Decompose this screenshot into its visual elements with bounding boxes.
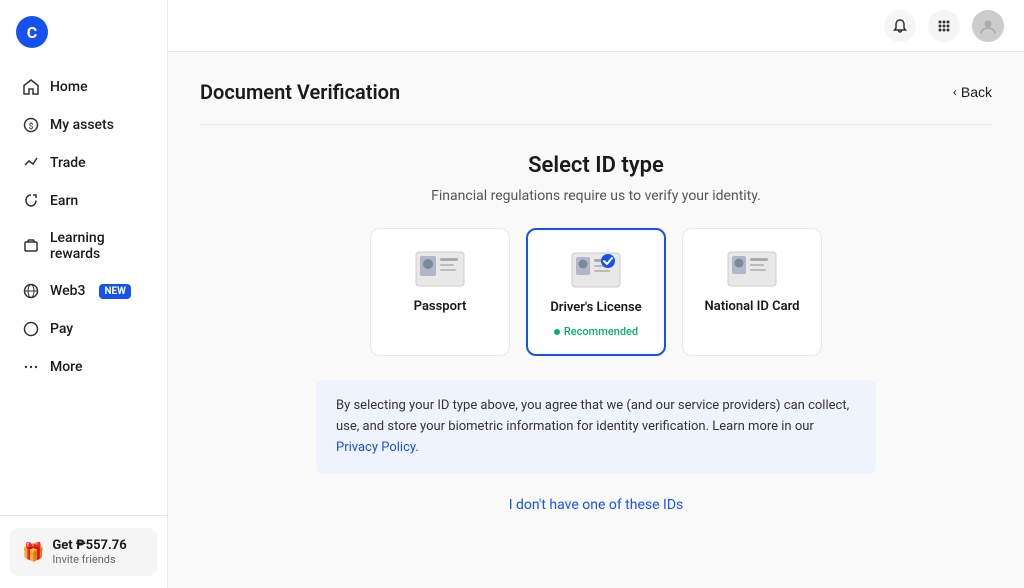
drivers-license-label: Driver's License: [550, 300, 641, 315]
national-id-option[interactable]: National ID Card: [682, 228, 822, 356]
notice-end: .: [415, 440, 418, 455]
notice-box: By selecting your ID type above, you agr…: [316, 380, 876, 474]
invite-label: Invite friends: [52, 553, 126, 566]
select-id-subtitle: Financial regulations require us to veri…: [200, 188, 992, 204]
trade-icon: [22, 154, 40, 172]
passport-label: Passport: [414, 299, 467, 314]
content-area: Document Verification ‹ Back Select ID t…: [168, 52, 1024, 588]
sidebar-item-earn-label: Earn: [50, 193, 78, 209]
back-label: Back: [961, 84, 992, 100]
top-header: [168, 0, 1024, 52]
notice-text: By selecting your ID type above, you agr…: [336, 398, 849, 434]
invite-amount: Get ₱557.76: [52, 538, 126, 553]
gift-icon: 🎁: [22, 542, 44, 563]
pay-icon: [22, 320, 40, 338]
recommended-label: Recommended: [564, 325, 638, 338]
invite-text: Get ₱557.76 Invite friends: [52, 538, 126, 566]
sidebar: C Home $ My assets: [0, 0, 168, 588]
svg-text:$: $: [29, 122, 34, 131]
drivers-license-icon: [568, 250, 624, 290]
drivers-license-option[interactable]: Driver's License Recommended: [526, 228, 666, 356]
page-title: Document Verification: [200, 80, 400, 104]
sidebar-item-pay[interactable]: Pay: [6, 310, 161, 348]
home-icon: [22, 78, 40, 96]
sidebar-nav: Home $ My assets Trade: [0, 60, 167, 515]
sidebar-item-learning-label: Learning rewards: [50, 230, 145, 262]
sidebar-item-my-assets-label: My assets: [50, 117, 114, 133]
sidebar-item-learning-rewards[interactable]: Learning rewards: [6, 220, 161, 272]
logo: C: [0, 0, 167, 60]
privacy-policy-link[interactable]: Privacy Policy: [336, 440, 415, 455]
national-id-icon: [724, 249, 780, 289]
sidebar-item-home-label: Home: [50, 79, 88, 95]
sidebar-bottom: 🎁 Get ₱557.76 Invite friends: [0, 515, 167, 588]
earn-icon: [22, 192, 40, 210]
new-badge: NEW: [99, 284, 130, 299]
national-id-label: National ID Card: [705, 299, 800, 314]
back-button[interactable]: ‹ Back: [953, 84, 992, 100]
passport-option[interactable]: Passport: [370, 228, 510, 356]
sidebar-item-trade[interactable]: Trade: [6, 144, 161, 182]
page-header: Document Verification ‹ Back: [200, 80, 992, 104]
select-section: Select ID type Financial regulations req…: [200, 153, 992, 204]
passport-icon: [412, 249, 468, 289]
invite-card[interactable]: 🎁 Get ₱557.76 Invite friends: [10, 528, 157, 576]
sidebar-item-web3[interactable]: Web3 NEW: [6, 272, 161, 310]
assets-icon: $: [22, 116, 40, 134]
rec-dot: [554, 329, 560, 335]
notification-button[interactable]: [884, 10, 916, 42]
no-id-link[interactable]: I don't have one of these IDs: [509, 497, 684, 513]
recommended-badge: Recommended: [554, 325, 638, 338]
sidebar-item-more[interactable]: More: [6, 348, 161, 386]
web3-icon: [22, 282, 40, 300]
sidebar-item-more-label: More: [50, 359, 83, 375]
more-icon: [22, 358, 40, 376]
avatar[interactable]: [972, 10, 1004, 42]
sidebar-item-web3-label: Web3: [50, 283, 85, 299]
main-area: Document Verification ‹ Back Select ID t…: [168, 0, 1024, 588]
grid-button[interactable]: [928, 10, 960, 42]
select-id-title: Select ID type: [200, 153, 992, 178]
id-card-options: Passport Driv: [200, 228, 992, 356]
sidebar-item-my-assets[interactable]: $ My assets: [6, 106, 161, 144]
sidebar-item-home[interactable]: Home: [6, 68, 161, 106]
sidebar-item-pay-label: Pay: [50, 321, 73, 337]
divider: [200, 124, 992, 125]
sidebar-item-trade-label: Trade: [50, 155, 86, 171]
learning-icon: [22, 237, 40, 255]
chevron-left-icon: ‹: [953, 85, 957, 99]
no-id-section: I don't have one of these IDs: [200, 494, 992, 513]
logo-mark: C: [16, 16, 48, 48]
sidebar-item-earn[interactable]: Earn: [6, 182, 161, 220]
